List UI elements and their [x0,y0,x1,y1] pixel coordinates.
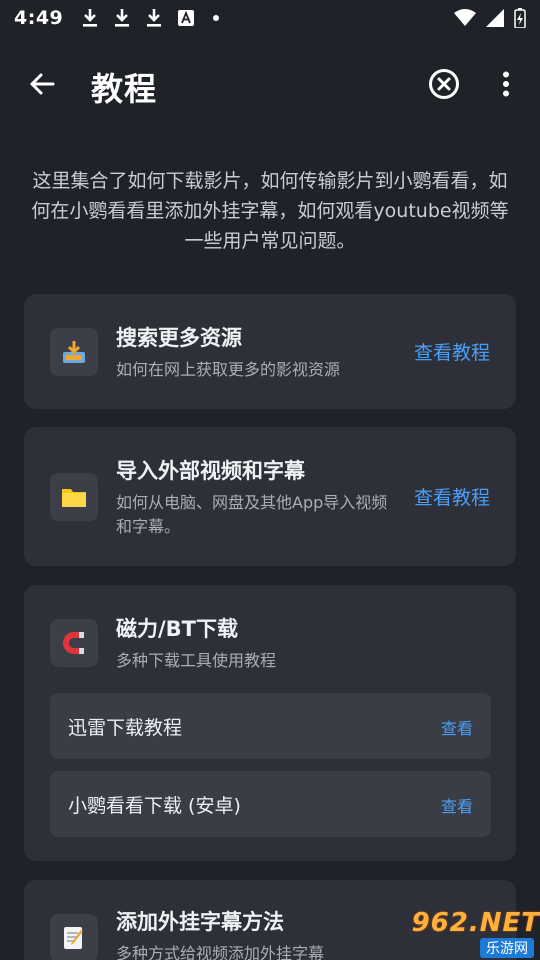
signal-icon [486,9,504,27]
card-magnet-bt-download: 磁力/BT下载 多种下载工具使用教程 迅雷下载教程 查看 小鹦看看下载 (安卓)… [24,585,516,861]
download-icon [83,9,98,27]
dot-icon [213,15,220,21]
close-circle-icon [429,69,459,99]
intro-text: 这里集合了如何下载影片，如何传输影片到小鹦看看，如何在小鹦看看里添加外挂字幕，如… [31,170,509,252]
watermark-logo: 962.NET 乐游网 [396,906,540,960]
app-bar: 教程 [0,50,540,118]
wifi-icon [454,9,476,26]
card-title: 磁力/BT下载 [116,617,239,641]
card-icon-box [50,619,98,667]
card-description: 多种方式给视频添加外挂字幕 [116,944,325,960]
font-a-icon [178,10,195,26]
status-time: 4:49 [14,7,64,29]
page-title: 教程 [91,70,158,108]
card-icon-box [50,914,98,960]
memo-icon [64,927,83,949]
card-search-resources[interactable]: 搜索更多资源 如何在网上获取更多的影视资源 查看教程 [24,294,516,409]
download-icon [115,9,130,27]
more-options-button[interactable] [488,64,524,104]
card-description: 多种下载工具使用教程 [116,651,277,670]
view-tutorial-link[interactable]: 查看教程 [414,483,490,510]
back-arrow-icon [30,73,55,95]
more-vert-icon [503,71,509,97]
view-link[interactable]: 查看 [441,715,473,739]
card-description: 如何在网上获取更多的影视资源 [116,360,341,379]
watermark-top-text: 962.NET [411,908,540,938]
card-title: 添加外挂字幕方法 [116,910,284,934]
watermark-bottom-text: 乐游网 [480,938,534,958]
tutorial-item-label: 小鹦看看下载 (安卓) [68,795,241,817]
close-button[interactable] [424,64,464,104]
download-icon [147,9,162,27]
status-bar: 4:49 [0,0,540,36]
card-title: 导入外部视频和字幕 [116,459,305,483]
download-tray-icon [63,341,85,363]
tutorial-item-label: 迅雷下载教程 [68,717,183,739]
view-tutorial-link[interactable]: 查看教程 [414,338,490,365]
magnet-icon [63,632,84,654]
system-icons [454,8,526,28]
tutorial-item-app-download[interactable]: 小鹦看看下载 (安卓) 查看 [50,771,491,837]
view-link[interactable]: 查看 [441,793,473,817]
card-icon-box [50,473,98,521]
back-button[interactable] [22,64,62,104]
notification-icons [81,8,220,28]
card-import-video-subtitles[interactable]: 导入外部视频和字幕 如何从电脑、网盘及其他App导入视频和字幕。 查看教程 [24,427,516,566]
card-description: 如何从电脑、网盘及其他App导入视频和字幕。 [116,493,388,536]
card-title: 搜索更多资源 [116,326,242,350]
folder-icon [62,489,86,507]
card-icon-box [50,328,98,376]
tutorial-item-xunlei[interactable]: 迅雷下载教程 查看 [50,693,491,759]
battery-icon [514,8,526,28]
